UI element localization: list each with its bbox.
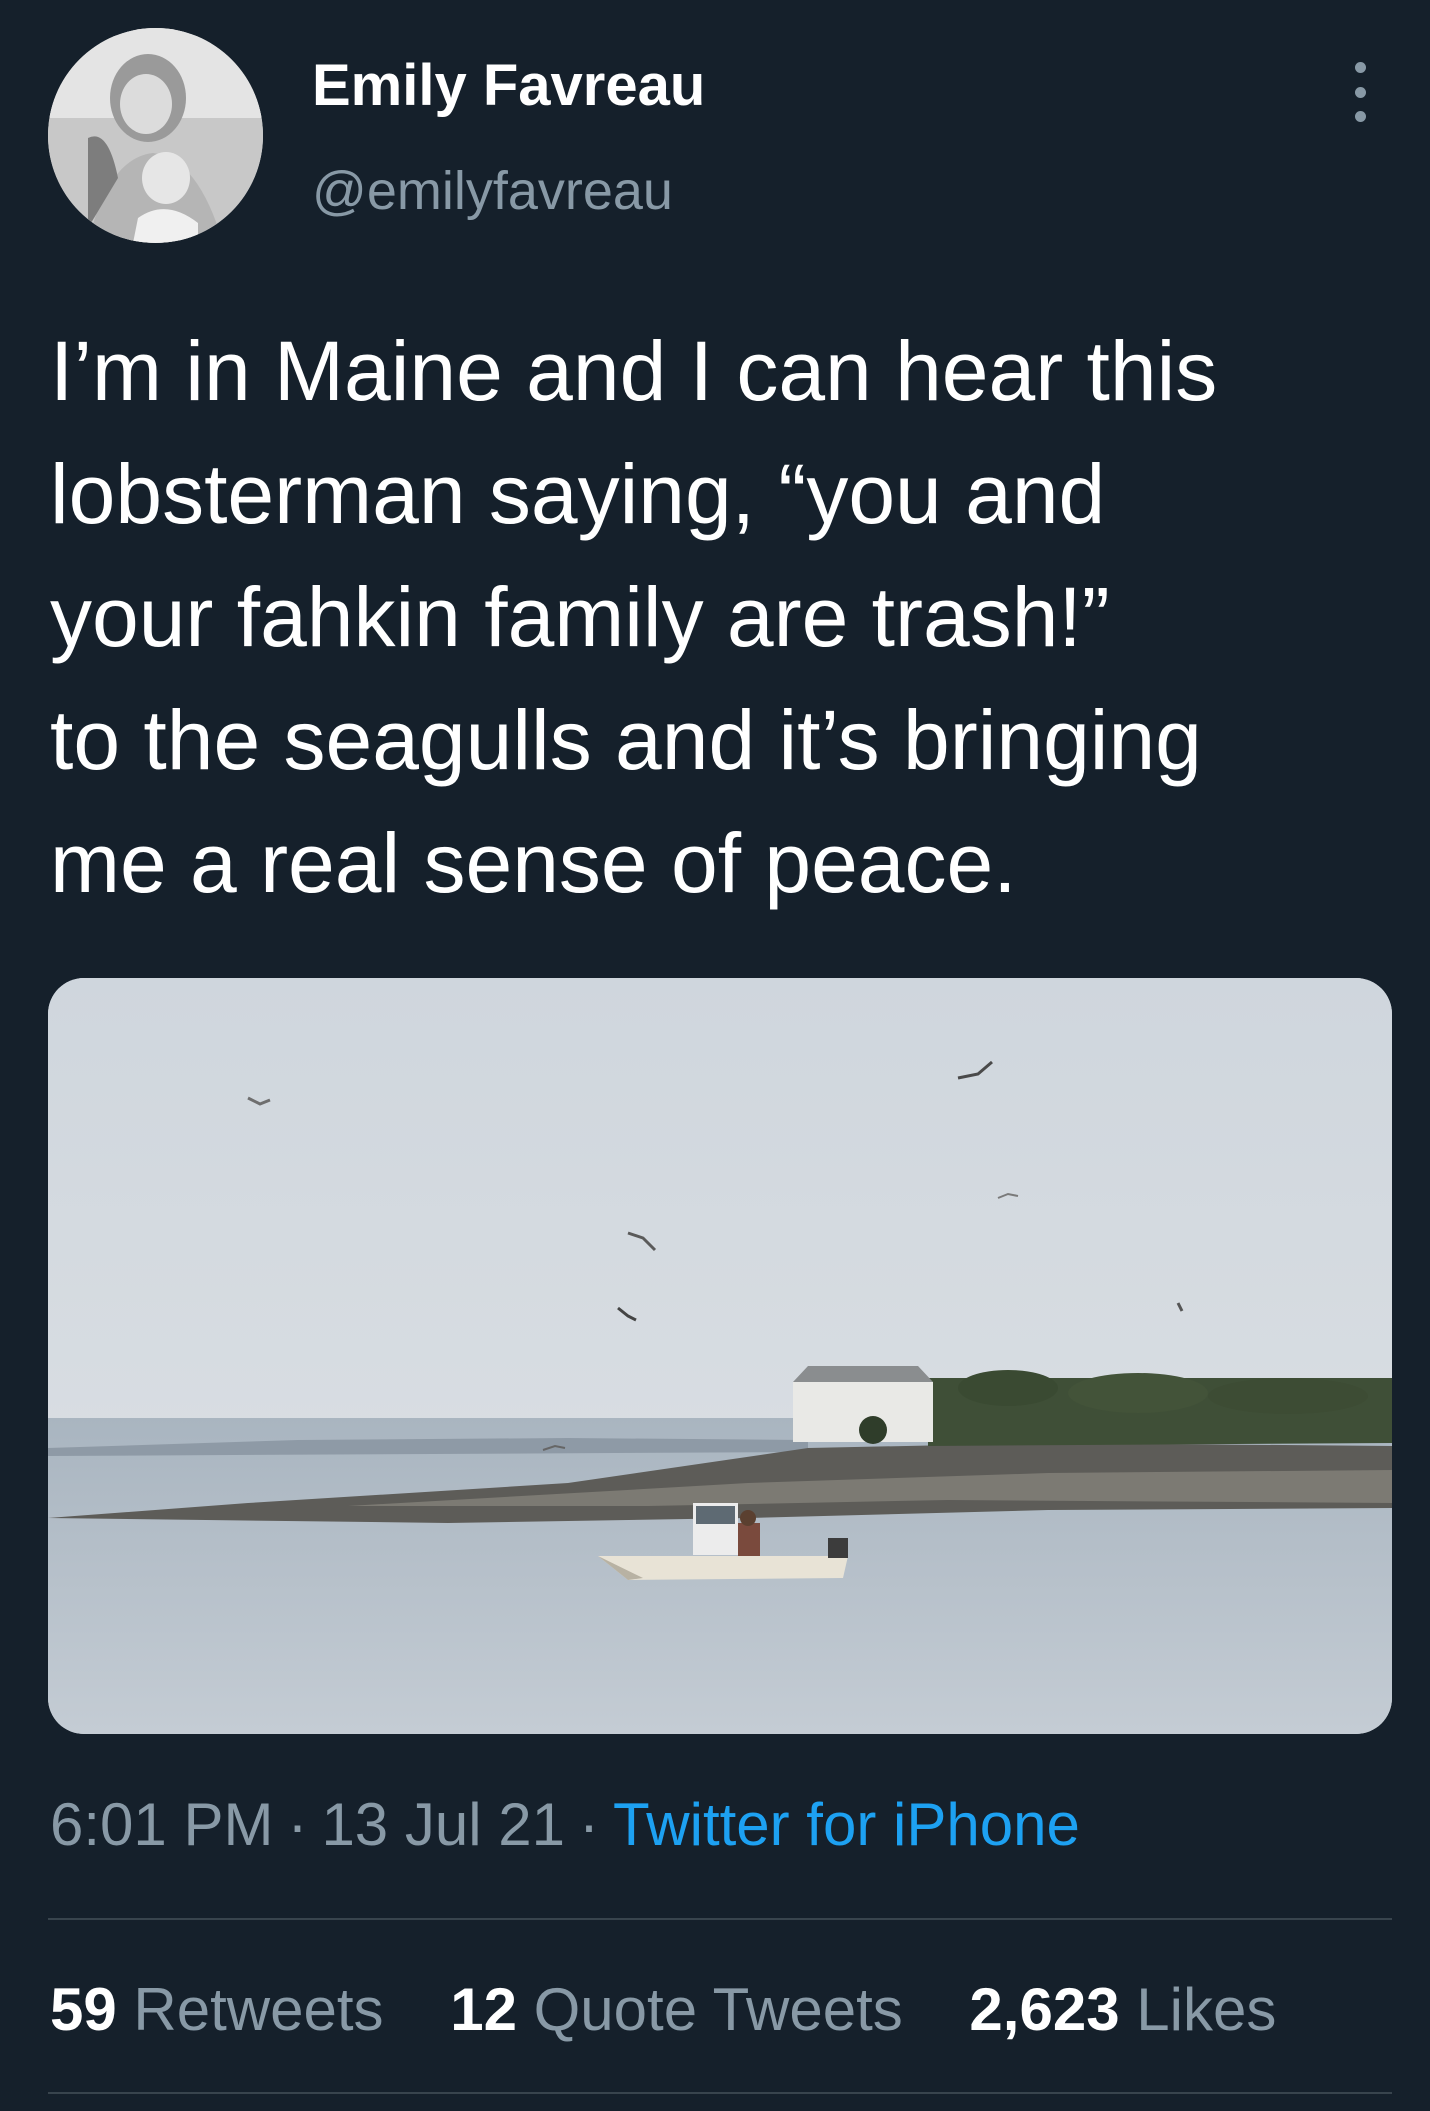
more-vertical-icon[interactable]	[1336, 62, 1384, 122]
tweet-text-line: to the seagulls and it’s bringing	[50, 693, 1202, 787]
tweet-metadata: 6:01 PM · 13 Jul 21 · Twitter for iPhone	[50, 1790, 1080, 1859]
retweets-count: 59	[50, 1976, 117, 2043]
tweet-detail: Emily Favreau @emilyfavreau I’m in Maine…	[0, 0, 1430, 2111]
more-dot	[1354, 62, 1366, 73]
tweet-time[interactable]: 6:01 PM	[50, 1791, 273, 1858]
quote-tweets-label: Quote Tweets	[533, 1976, 903, 2043]
divider	[48, 1918, 1392, 1920]
tweet-text: I’m in Maine and I can hear this lobster…	[50, 310, 1390, 925]
meta-separator: ·	[578, 1791, 599, 1858]
tweet-text-line: I’m in Maine and I can hear this	[50, 324, 1218, 418]
handle[interactable]: @emilyfavreau	[312, 160, 673, 222]
tweet-text-line: me a real sense of peace.	[50, 816, 1017, 910]
divider	[48, 2092, 1392, 2094]
likes-stat[interactable]: 2,623 Likes	[969, 1976, 1276, 2043]
lobster-boat-photo	[48, 978, 1392, 1734]
meta-separator: ·	[287, 1791, 308, 1858]
retweets-stat[interactable]: 59 Retweets	[50, 1976, 384, 2043]
tweet-text-line: your fahkin family are trash!”	[50, 570, 1110, 664]
quote-tweets-count: 12	[450, 1976, 517, 2043]
more-dot	[1354, 111, 1366, 122]
retweets-label: Retweets	[133, 1976, 384, 2043]
avatar-photo	[48, 28, 263, 243]
tweet-source-link[interactable]: Twitter for iPhone	[613, 1791, 1080, 1858]
avatar[interactable]	[48, 28, 263, 243]
tweet-media-photo[interactable]	[48, 978, 1392, 1734]
likes-count: 2,623	[969, 1976, 1120, 2043]
display-name[interactable]: Emily Favreau	[312, 52, 705, 119]
quote-tweets-stat[interactable]: 12 Quote Tweets	[450, 1976, 903, 2043]
tweet-text-line: lobsterman saying, “you and	[50, 447, 1106, 541]
tweet-stats: 59 Retweets 12 Quote Tweets 2,623 Likes	[50, 1975, 1326, 2044]
more-dot	[1354, 86, 1366, 98]
tweet-date[interactable]: 13 Jul 21	[321, 1791, 565, 1858]
likes-label: Likes	[1136, 1976, 1277, 2043]
